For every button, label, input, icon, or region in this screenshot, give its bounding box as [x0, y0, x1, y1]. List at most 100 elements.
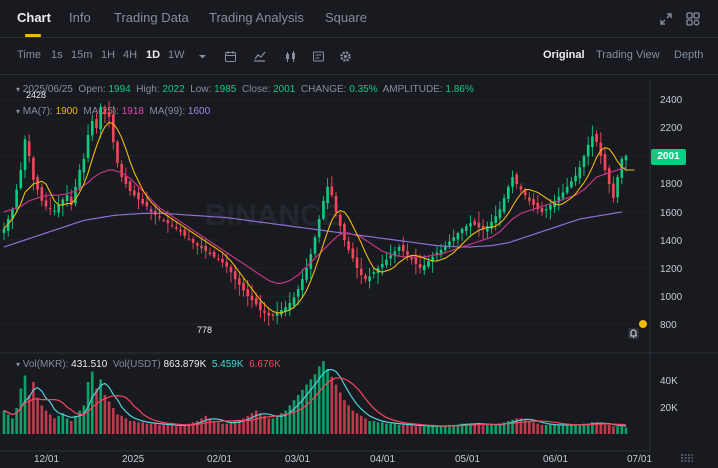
scale-settings-icon[interactable] — [680, 452, 694, 464]
volume-bar — [317, 366, 321, 434]
calendar-icon[interactable] — [224, 50, 237, 63]
volume-bar — [40, 405, 44, 434]
volume-bar — [196, 421, 199, 434]
candle-body — [162, 220, 166, 222]
volume-bar — [78, 410, 81, 434]
time-tick: 03/01 — [285, 454, 311, 465]
volume-bar — [565, 424, 569, 434]
interval-1d[interactable]: 1D — [146, 49, 160, 61]
volume-bar — [48, 414, 52, 434]
volume-bar — [32, 382, 35, 434]
amplitude-value: 1.86% — [445, 84, 474, 95]
candle-body — [523, 190, 527, 196]
ma-legend: ▾ MA(7): 1900 MA(25): 1918 MA(99): 1600 — [16, 106, 210, 117]
candle-body — [212, 251, 216, 257]
tab-square[interactable]: Square — [325, 10, 367, 25]
tab-info[interactable]: Info — [69, 10, 91, 25]
candle-body — [95, 119, 98, 128]
volume-bar — [418, 426, 422, 434]
candle-body — [511, 177, 514, 187]
fullscreen-icon[interactable] — [658, 11, 674, 27]
candle-body — [351, 248, 355, 259]
view-trading-view[interactable]: Trading View — [596, 49, 660, 61]
interval-1w[interactable]: 1W — [168, 49, 185, 61]
candle-body — [326, 186, 329, 204]
volume-bar — [502, 422, 506, 434]
price-tick: 1600 — [660, 208, 683, 219]
candle-body — [153, 210, 157, 215]
interval-4h[interactable]: 4H — [123, 49, 137, 61]
tab-chart[interactable]: Chart — [17, 10, 51, 25]
candle-body — [292, 297, 296, 306]
vol-collapse-caret-icon[interactable]: ▾ — [16, 360, 20, 369]
indicator-icon[interactable] — [253, 50, 266, 63]
candle-type-icon[interactable] — [284, 50, 297, 63]
volume-bar — [393, 423, 397, 434]
candle-body — [200, 245, 203, 249]
candle-body — [225, 262, 229, 267]
candle-body — [372, 272, 376, 274]
candle-body — [40, 187, 44, 201]
volume-bar — [208, 418, 212, 434]
volume-bar — [519, 418, 523, 434]
ma-collapse-caret-icon[interactable]: ▾ — [16, 107, 20, 116]
volume-bar — [103, 395, 107, 434]
volume-bar — [53, 418, 56, 434]
gear-icon[interactable] — [339, 50, 352, 63]
volume-bar — [372, 421, 376, 434]
candle-body — [322, 200, 325, 219]
volume-bar — [204, 415, 208, 434]
candle-body — [196, 243, 199, 246]
candle-body — [238, 278, 241, 285]
volume-bar — [364, 418, 367, 434]
dropdown-caret-icon[interactable] — [196, 50, 209, 63]
settings-grid-icon[interactable] — [685, 11, 701, 27]
interval-1s[interactable]: 1s — [51, 49, 63, 61]
candle-body — [280, 310, 283, 315]
candle-body — [334, 195, 338, 212]
candle-body — [380, 263, 384, 268]
view-original[interactable]: Original — [543, 49, 585, 61]
volume-bar — [200, 418, 203, 434]
volume-ma1-line — [3, 368, 627, 427]
volume-bar — [86, 382, 90, 434]
volume-bar — [275, 415, 279, 434]
view-depth[interactable]: Depth — [674, 49, 703, 61]
candle-body — [191, 239, 195, 243]
volume-bar — [305, 384, 308, 434]
candle-body — [418, 264, 422, 268]
tab-trading-analysis[interactable]: Trading Analysis — [209, 10, 304, 25]
price-tick: 2400 — [660, 95, 683, 106]
low-label: Low: — [190, 84, 212, 95]
volume-bar — [107, 401, 111, 434]
volume-bar — [57, 415, 60, 434]
volume-bar — [175, 426, 178, 434]
candle-body — [132, 190, 136, 196]
alert-bell-icon[interactable] — [627, 327, 640, 340]
interval-15m[interactable]: 15m — [71, 49, 92, 61]
collapse-caret-icon[interactable]: ▾ — [16, 85, 20, 94]
volume-bar — [448, 424, 451, 434]
tab-trading-data[interactable]: Trading Data — [114, 10, 189, 25]
vol-value: 431.510 — [71, 359, 108, 370]
vol-usdt-value: 863.879K — [163, 359, 207, 370]
volume-bar — [111, 408, 115, 434]
candle-body — [145, 201, 149, 207]
ma25-line — [3, 166, 627, 284]
candle-body — [464, 226, 468, 232]
ma7-label: MA(7): — [22, 106, 53, 117]
candle-body — [599, 142, 603, 156]
candle-body — [254, 298, 258, 305]
candle-body — [490, 221, 493, 229]
candle-body — [15, 189, 18, 209]
chart-grid — [0, 99, 650, 325]
interval-1h[interactable]: 1H — [101, 49, 115, 61]
volume-bar — [179, 426, 182, 434]
layout-icon[interactable] — [312, 50, 325, 63]
candle-body — [532, 199, 535, 205]
volume-bar — [292, 400, 296, 434]
volume-bar — [338, 392, 342, 434]
open-value: 1994 — [108, 84, 131, 95]
volume-bar — [544, 424, 548, 434]
candle-body — [296, 289, 300, 297]
